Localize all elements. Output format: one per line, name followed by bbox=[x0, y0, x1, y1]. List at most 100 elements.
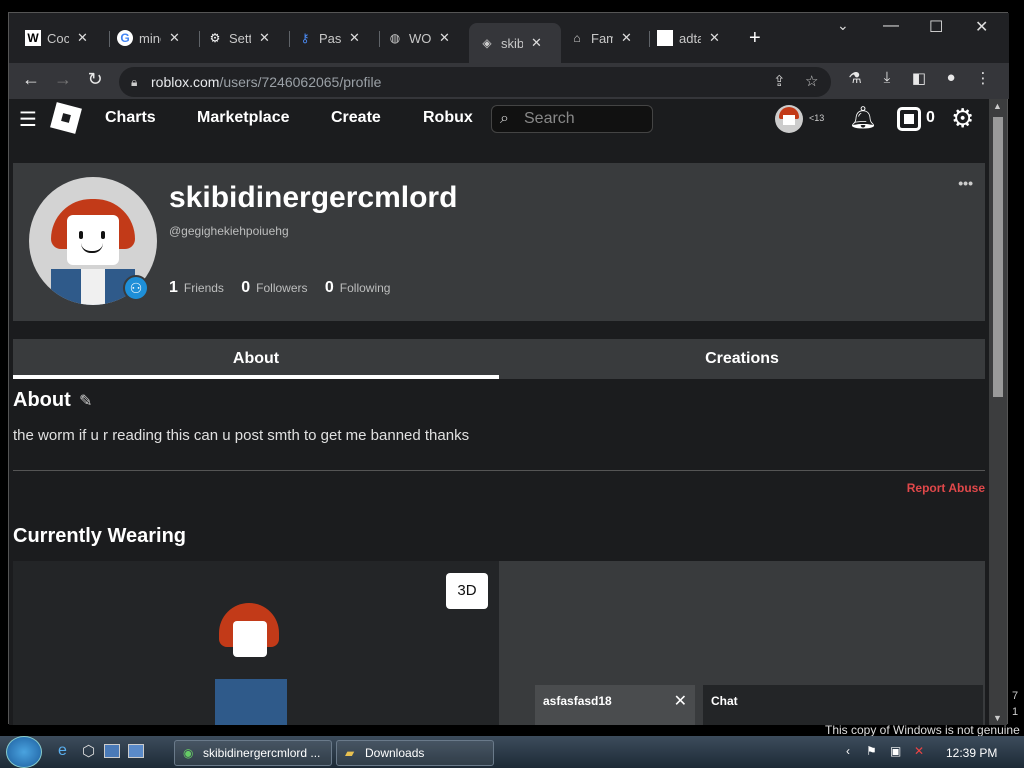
profile-icon[interactable]: ● bbox=[939, 69, 963, 86]
nav-create[interactable]: Create bbox=[331, 109, 381, 127]
tab-search-icon[interactable]: ⌄ bbox=[837, 17, 849, 34]
friends-stat[interactable]: 1 Friends bbox=[169, 279, 224, 296]
close-chat-icon[interactable]: ✕ bbox=[674, 691, 687, 711]
wikipedia-icon: W bbox=[25, 30, 41, 46]
browser-toolbar: ← → ↻ 🔒︎ roblox.com/users/7246062065/pro… bbox=[9, 63, 1009, 99]
back-button[interactable]: ← bbox=[19, 69, 43, 90]
hamburger-icon[interactable]: ☰ bbox=[19, 107, 37, 132]
tab-label: skibi bbox=[501, 35, 523, 51]
more-options-button[interactable]: ••• bbox=[958, 175, 973, 191]
volume-muted-icon[interactable]: ✕ bbox=[914, 744, 924, 758]
robux-icon[interactable] bbox=[897, 107, 921, 131]
close-tab-icon[interactable]: ✕ bbox=[169, 30, 180, 46]
minimize-button[interactable]: — bbox=[883, 17, 899, 35]
close-tab-icon[interactable]: ✕ bbox=[621, 30, 632, 46]
following-count: 0 bbox=[324, 279, 334, 296]
taskbar-item-label: skibidinergercmlord ... bbox=[203, 746, 321, 760]
close-tab-icon[interactable]: ✕ bbox=[259, 30, 270, 46]
search-input[interactable]: ⌕ Search bbox=[491, 105, 653, 133]
close-window-button[interactable]: ✕ bbox=[975, 17, 988, 37]
avatar-3d-body bbox=[215, 679, 287, 725]
toggle-3d-button[interactable]: 3D bbox=[446, 573, 488, 609]
share-icon[interactable]: ⇪ bbox=[773, 67, 786, 97]
url-host: roblox.com bbox=[151, 74, 220, 90]
forward-button[interactable]: → bbox=[51, 69, 75, 90]
profile-header-card: ⚇ skibidinergercmlord @gegighekiehpoiueh… bbox=[13, 163, 985, 321]
close-tab-icon[interactable]: ✕ bbox=[531, 35, 542, 51]
page-scrollbar[interactable]: ▲ ▼ bbox=[989, 99, 1007, 725]
tab-label: WO! bbox=[409, 30, 431, 46]
tab-passwords[interactable]: ⚷ Pass ✕ bbox=[297, 25, 360, 51]
maximize-button[interactable]: ☐ bbox=[929, 17, 943, 37]
settings-gear-icon[interactable]: ⚙ bbox=[951, 103, 974, 134]
friend-avatar[interactable] bbox=[775, 105, 803, 133]
nav-charts[interactable]: Charts bbox=[105, 109, 156, 127]
chat-friend-window[interactable]: asfasfasd18 ✕ bbox=[535, 685, 695, 725]
bell-icon[interactable]: 🔔︎ bbox=[849, 105, 877, 131]
tab-label: Fam bbox=[591, 30, 613, 46]
tab-creations[interactable]: Creations bbox=[499, 339, 985, 379]
close-tab-icon[interactable]: ✕ bbox=[349, 30, 360, 46]
flag-icon[interactable]: ⚑ bbox=[866, 744, 877, 758]
report-abuse-link[interactable]: Report Abuse bbox=[907, 481, 985, 495]
menu-kebab-icon[interactable]: ⋮ bbox=[971, 69, 995, 87]
roblox-logo[interactable] bbox=[50, 102, 82, 134]
tab-google[interactable]: Gmine ✕ bbox=[117, 25, 180, 51]
side-panel-icon[interactable]: ◧ bbox=[907, 69, 931, 87]
show-desktop-icon[interactable] bbox=[104, 744, 120, 758]
switch-windows-icon[interactable] bbox=[128, 744, 144, 758]
address-bar[interactable]: 🔒︎ roblox.com/users/7246062065/profile ⇪… bbox=[119, 67, 831, 97]
close-tab-icon[interactable]: ✕ bbox=[439, 30, 450, 46]
taskbar-item-label: Downloads bbox=[365, 746, 425, 760]
tab-settings[interactable]: ⚙ Setti ✕ bbox=[207, 25, 270, 51]
followers-stat[interactable]: 0 Followers bbox=[241, 279, 307, 296]
reload-button[interactable]: ↻ bbox=[83, 69, 107, 90]
nav-marketplace[interactable]: Marketplace bbox=[197, 109, 290, 127]
bank-icon: ⌂ bbox=[573, 31, 581, 45]
nav-robux[interactable]: Robux bbox=[423, 109, 473, 127]
close-tab-icon[interactable]: ✕ bbox=[709, 30, 720, 46]
scrollbar-thumb[interactable] bbox=[993, 117, 1003, 397]
close-tab-icon[interactable]: ✕ bbox=[77, 30, 88, 46]
tab-about[interactable]: About bbox=[13, 339, 499, 379]
lock-icon: 🔒︎ bbox=[131, 75, 138, 89]
box-icon[interactable]: ⬡ bbox=[82, 742, 95, 760]
tab-divider bbox=[109, 31, 110, 47]
tab-roblox-profile[interactable]: ◈ skibi ✕ bbox=[469, 23, 561, 63]
tab-adta[interactable]: adta ✕ bbox=[657, 25, 720, 51]
chrome-icon: ◉ bbox=[183, 746, 194, 760]
taskbar-item-downloads[interactable]: ▰ Downloads bbox=[336, 740, 494, 766]
clock[interactable]: 12:39 PM bbox=[946, 746, 997, 760]
about-description: the worm if u r reading this can u post … bbox=[13, 427, 470, 444]
labs-icon[interactable]: ⚗ bbox=[843, 69, 867, 87]
search-icon: ⌕ bbox=[500, 110, 509, 127]
star-icon[interactable]: ☆ bbox=[805, 67, 818, 97]
friends-count: 1 bbox=[169, 279, 178, 296]
tab-wikipedia[interactable]: W Cocl ✕ bbox=[25, 25, 88, 51]
following-stat[interactable]: 0 Following bbox=[324, 279, 391, 296]
taskbar-item-browser[interactable]: ◉ skibidinergercmlord ... bbox=[174, 740, 332, 766]
friends-label: Friends bbox=[183, 281, 224, 295]
new-tab-button[interactable]: + bbox=[749, 25, 761, 51]
edit-icon[interactable]: ✎ bbox=[79, 391, 92, 411]
tab-strip: W Cocl ✕ Gmine ✕ ⚙ Setti ✕ ⚷ Pass ✕ ◍ WO! ✕ ◈ skib… bbox=[9, 13, 1009, 63]
tab-label: mine bbox=[139, 30, 161, 46]
tab-divider bbox=[379, 31, 380, 47]
robux-balance: 0 bbox=[926, 109, 935, 126]
start-button[interactable] bbox=[6, 736, 42, 768]
tab-family[interactable]: ⌂ Fam ✕ bbox=[569, 25, 632, 51]
download-icon[interactable]: ⤓ bbox=[875, 69, 899, 86]
profile-stats: 1 Friends 0 Followers 0 Following bbox=[169, 279, 404, 297]
chat-panel[interactable]: Chat bbox=[703, 685, 983, 725]
about-heading: About bbox=[13, 389, 71, 411]
tray-expand-icon[interactable]: ‹ bbox=[846, 744, 850, 758]
scroll-down-icon[interactable]: ▼ bbox=[993, 713, 1002, 723]
network-icon[interactable]: ▣ bbox=[890, 744, 901, 758]
scroll-up-icon[interactable]: ▲ bbox=[993, 101, 1002, 111]
ie-icon[interactable]: e bbox=[58, 742, 67, 760]
username: @gegighekiehpoiuehg bbox=[169, 224, 289, 238]
key-icon: ⚷ bbox=[300, 31, 310, 45]
page-viewport: ☰ Charts Marketplace Create Robux ⌕ Sear… bbox=[9, 99, 989, 725]
tab-world[interactable]: ◍ WO! ✕ bbox=[387, 25, 450, 51]
chat-friend-name: asfasfasd18 bbox=[543, 694, 612, 708]
